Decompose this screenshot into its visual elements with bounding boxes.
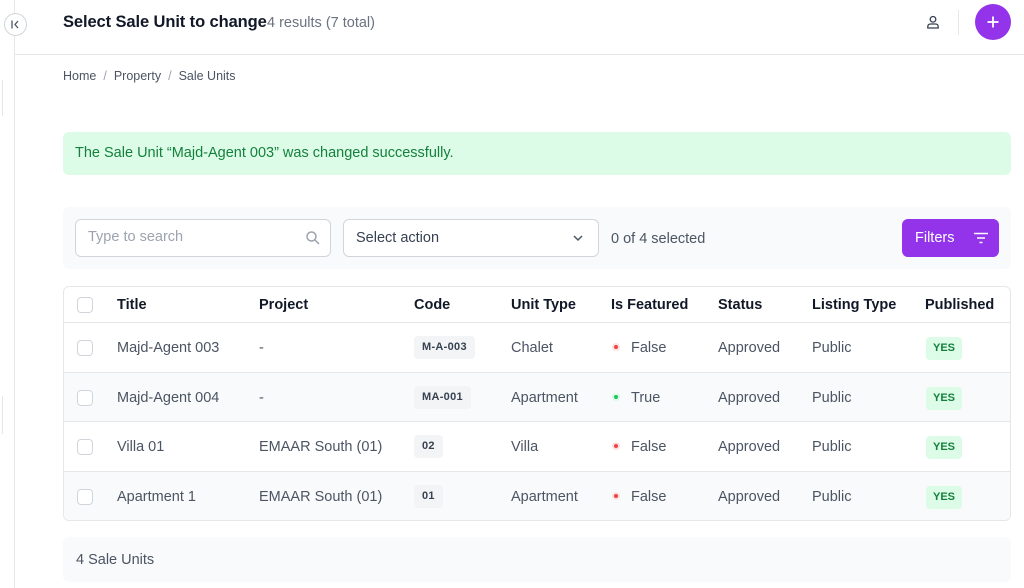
row-listing-type: Public — [812, 340, 852, 356]
row-title-link[interactable]: Apartment 1 — [117, 489, 196, 505]
column-header-code[interactable]: Code — [414, 297, 450, 313]
user-menu-button[interactable] — [921, 10, 945, 34]
action-select[interactable]: Select action — [343, 219, 599, 257]
featured-false-icon — [612, 343, 620, 351]
filters-button[interactable]: Filters — [902, 219, 999, 257]
row-unit-type: Villa — [511, 439, 539, 455]
published-badge: YES — [926, 337, 963, 360]
breadcrumb-property[interactable]: Property — [114, 69, 161, 83]
published-badge: YES — [926, 485, 963, 509]
published-badge: YES — [926, 436, 963, 459]
row-unit-type: Chalet — [511, 340, 553, 356]
breadcrumb-separator: / — [168, 69, 172, 83]
row-title-link[interactable]: Majd-Agent 004 — [117, 390, 219, 406]
row-listing-type: Public — [812, 439, 852, 455]
row-title-link[interactable]: Majd-Agent 003 — [117, 340, 219, 356]
column-header-listing-type[interactable]: Listing Type — [812, 297, 896, 313]
result-count: 4 results (7 total) — [267, 15, 375, 31]
sidebar-item-marker — [0, 80, 3, 116]
page-header: Select Sale Unit to change 4 results (7 … — [15, 0, 1024, 55]
row-code-badge: 01 — [414, 484, 443, 508]
page-title: Select Sale Unit to change — [63, 13, 267, 31]
row-project: - — [259, 340, 264, 356]
row-is-featured: False — [631, 488, 667, 505]
row-checkbox[interactable] — [77, 439, 93, 455]
action-select-value: Select action — [356, 230, 440, 246]
breadcrumb-separator: / — [103, 69, 107, 83]
column-header-unit-type[interactable]: Unit Type — [511, 297, 576, 313]
column-header-project[interactable]: Project — [259, 297, 308, 313]
search-icon[interactable] — [305, 230, 321, 246]
breadcrumb-sale-units: Sale Units — [178, 69, 236, 83]
row-code-badge: M-A-003 — [414, 336, 475, 359]
table-row: Apartment 1 EMAAR South (01) 01 Apartmen… — [64, 471, 1010, 520]
row-checkbox[interactable] — [77, 389, 93, 406]
row-is-featured: False — [631, 439, 667, 455]
featured-false-icon — [612, 491, 620, 500]
collapse-sidebar-button[interactable] — [4, 13, 27, 36]
featured-true-icon — [612, 392, 620, 401]
changelist-toolbar: Select action 0 of 4 selected Filters — [63, 207, 1011, 269]
plus-icon — [987, 16, 999, 28]
column-header-status[interactable]: Status — [718, 297, 762, 313]
add-sale-unit-button[interactable] — [975, 4, 1011, 40]
breadcrumb-home[interactable]: Home — [63, 69, 96, 83]
results-footer: 4 Sale Units — [63, 537, 1011, 582]
table-header: Title Project Code Unit Type Is Featured… — [64, 287, 1010, 323]
row-project: EMAAR South (01) — [259, 488, 383, 505]
row-checkbox[interactable] — [77, 340, 93, 356]
row-status: Approved — [718, 488, 781, 505]
row-unit-type: Apartment — [511, 488, 578, 505]
row-status: Approved — [718, 389, 781, 406]
breadcrumb: Home / Property / Sale Units — [63, 69, 236, 83]
row-is-featured: True — [631, 389, 661, 406]
row-code-badge: MA-001 — [414, 385, 471, 409]
row-title-link[interactable]: Villa 01 — [117, 439, 164, 455]
success-alert: The Sale Unit “Majd-Agent 003” was chang… — [63, 132, 1011, 175]
row-status: Approved — [718, 439, 781, 455]
row-checkbox[interactable] — [77, 488, 93, 505]
search-input[interactable] — [88, 229, 288, 245]
row-is-featured: False — [631, 340, 667, 356]
filters-button-label: Filters — [915, 230, 955, 246]
table-row: Villa 01 EMAAR South (01) 02 Villa False… — [64, 422, 1010, 472]
header-divider — [958, 10, 959, 35]
row-listing-type: Public — [812, 488, 852, 505]
row-status: Approved — [718, 340, 781, 356]
select-all-checkbox[interactable] — [77, 297, 93, 313]
table-row: Majd-Agent 004 - MA-001 Apartment True A… — [64, 372, 1010, 422]
collapse-sidebar-icon — [11, 20, 19, 29]
table-row: Majd-Agent 003 - M-A-003 Chalet False Ap… — [64, 323, 1010, 373]
chevron-down-icon — [573, 235, 583, 242]
featured-false-icon — [612, 442, 620, 450]
published-badge: YES — [926, 386, 963, 410]
sale-units-table: Title Project Code Unit Type Is Featured… — [63, 286, 1011, 521]
search-box — [75, 219, 331, 257]
column-header-title[interactable]: Title — [117, 297, 147, 313]
column-header-published[interactable]: Published — [925, 297, 994, 313]
row-project: EMAAR South (01) — [259, 439, 383, 455]
row-project: - — [259, 389, 264, 406]
column-header-is-featured[interactable]: Is Featured — [611, 297, 688, 313]
filter-lines-icon — [974, 232, 988, 244]
selected-count: 0 of 4 selected — [611, 231, 706, 247]
row-code-badge: 02 — [414, 435, 443, 458]
row-listing-type: Public — [812, 389, 852, 406]
sidebar-item-marker — [0, 396, 3, 434]
user-icon — [927, 15, 939, 29]
row-unit-type: Apartment — [511, 389, 578, 406]
